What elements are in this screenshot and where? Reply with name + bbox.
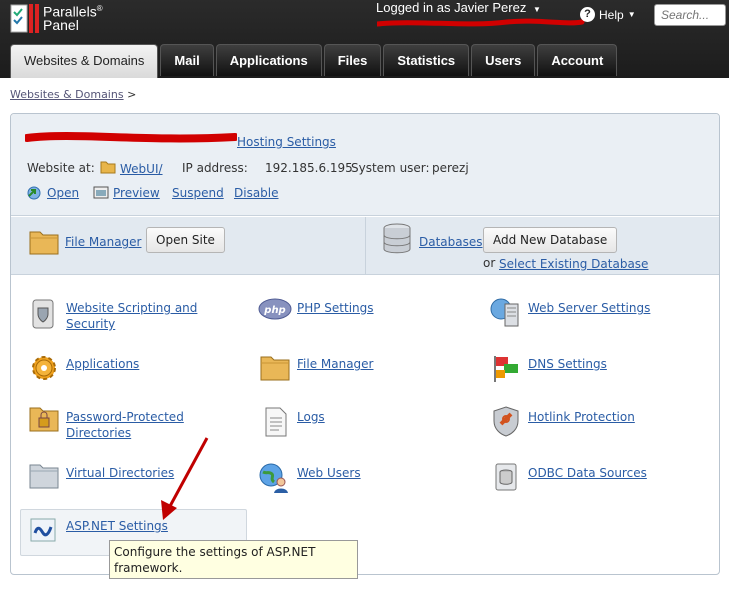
help-menu[interactable]: ? Help ▼ <box>580 7 636 22</box>
folder-icon <box>100 160 116 177</box>
tool-hotlink-protection[interactable]: Hotlink Protection <box>528 409 635 425</box>
help-icon: ? <box>580 7 595 22</box>
tool-logs[interactable]: Logs <box>297 409 325 425</box>
main-tabs: Websites & Domains Mail Applications Fil… <box>10 44 619 78</box>
tool-applications[interactable]: Applications <box>66 356 139 372</box>
open-link[interactable]: Open <box>47 185 79 201</box>
domain-name-redaction <box>25 132 237 143</box>
open-icon <box>26 185 42 204</box>
add-new-database-button[interactable]: Add New Database <box>483 227 618 253</box>
tab-account[interactable]: Account <box>537 44 618 76</box>
suspend-link[interactable]: Suspend <box>172 185 224 201</box>
breadcrumb-separator: > <box>127 88 137 101</box>
database-icon <box>382 223 412 258</box>
tab-applications[interactable]: Applications <box>215 44 322 76</box>
aspnet-tooltip: Configure the settings of ASP.NET framew… <box>109 540 358 579</box>
redaction-mark <box>374 18 585 27</box>
document-icon <box>264 407 288 440</box>
ip-address-value: 192.185.6.195 <box>265 161 353 175</box>
preview-link[interactable]: Preview <box>113 185 160 201</box>
domain-panel: Hosting Settings Website at: WebUI/ IP a… <box>10 113 720 575</box>
chevron-down-icon: ▼ <box>532 5 541 14</box>
disable-link[interactable]: Disable <box>234 185 279 201</box>
quick-access: File Manager Open Site Databases Add New… <box>11 217 719 275</box>
chevron-down-icon: ▼ <box>627 10 636 19</box>
scroll-shield-icon <box>30 298 56 333</box>
php-icon: php <box>258 297 292 324</box>
breadcrumb: Websites & Domains > <box>10 88 136 101</box>
search-input[interactable] <box>654 4 726 26</box>
folder-icon <box>29 229 59 258</box>
databases-link[interactable]: Databases <box>419 234 483 250</box>
tool-dns-settings[interactable]: DNS Settings <box>528 356 607 372</box>
tool-web-users[interactable]: Web Users <box>297 465 361 481</box>
locked-folder-icon <box>29 405 59 436</box>
file-manager-link[interactable]: File Manager <box>65 234 142 250</box>
tool-file-manager[interactable]: File Manager <box>297 356 374 372</box>
tool-php-settings[interactable]: PHP Settings <box>297 300 374 316</box>
user-menu[interactable]: Logged in as Javier Perez ▼ <box>376 0 541 15</box>
odbc-icon <box>494 462 518 495</box>
tool-odbc-data-sources[interactable]: ODBC Data Sources <box>528 465 647 481</box>
user-name: Javier Perez <box>454 0 527 15</box>
breadcrumb-websites-domains[interactable]: Websites & Domains <box>10 88 124 101</box>
select-existing-database-link[interactable]: Select Existing Database <box>499 256 648 272</box>
ip-address-label: IP address: <box>182 161 248 175</box>
system-user-label: System user: <box>351 161 430 175</box>
tool-website-scripting[interactable]: Website Scripting and Security <box>66 300 197 332</box>
parallels-logo[interactable]: Parallels® Panel <box>10 2 103 33</box>
open-site-button[interactable]: Open Site <box>146 227 225 253</box>
hosting-settings-link[interactable]: Hosting Settings <box>237 134 336 150</box>
domain-summary: Hosting Settings Website at: WebUI/ IP a… <box>11 114 719 216</box>
svg-text:php: php <box>263 305 285 316</box>
tab-statistics[interactable]: Statistics <box>383 44 470 76</box>
website-folder-link[interactable]: WebUI/ <box>120 161 163 177</box>
globe-user-icon <box>258 462 290 497</box>
help-label: Help <box>599 7 624 22</box>
system-user-value: perezj <box>432 161 469 175</box>
or-label: or <box>483 256 496 270</box>
tab-websites-domains[interactable]: Websites & Domains <box>10 44 159 78</box>
folder-gray-icon <box>29 462 59 493</box>
aspnet-icon <box>30 518 56 545</box>
gear-icon <box>28 352 60 387</box>
brand-product: Panel <box>43 16 79 33</box>
preview-icon <box>93 186 109 203</box>
subscription-selector[interactable] <box>374 15 587 32</box>
server-icon <box>489 296 521 331</box>
tool-web-server-settings[interactable]: Web Server Settings <box>528 300 650 316</box>
folder-icon <box>260 354 290 385</box>
website-at-label: Website at: <box>27 161 95 175</box>
annotation-arrow <box>161 437 209 520</box>
chain-shield-icon <box>492 405 520 440</box>
top-header: Parallels® Panel Logged in as Javier Per… <box>0 0 729 78</box>
tab-mail[interactable]: Mail <box>160 44 214 76</box>
tab-users[interactable]: Users <box>471 44 536 76</box>
logged-in-label: Logged in as <box>376 0 451 15</box>
tab-files[interactable]: Files <box>323 44 382 76</box>
parallels-logo-icon <box>10 2 40 33</box>
tool-aspnet-settings[interactable]: ASP.NET Settings <box>66 518 168 534</box>
dns-flags-icon <box>490 352 522 387</box>
